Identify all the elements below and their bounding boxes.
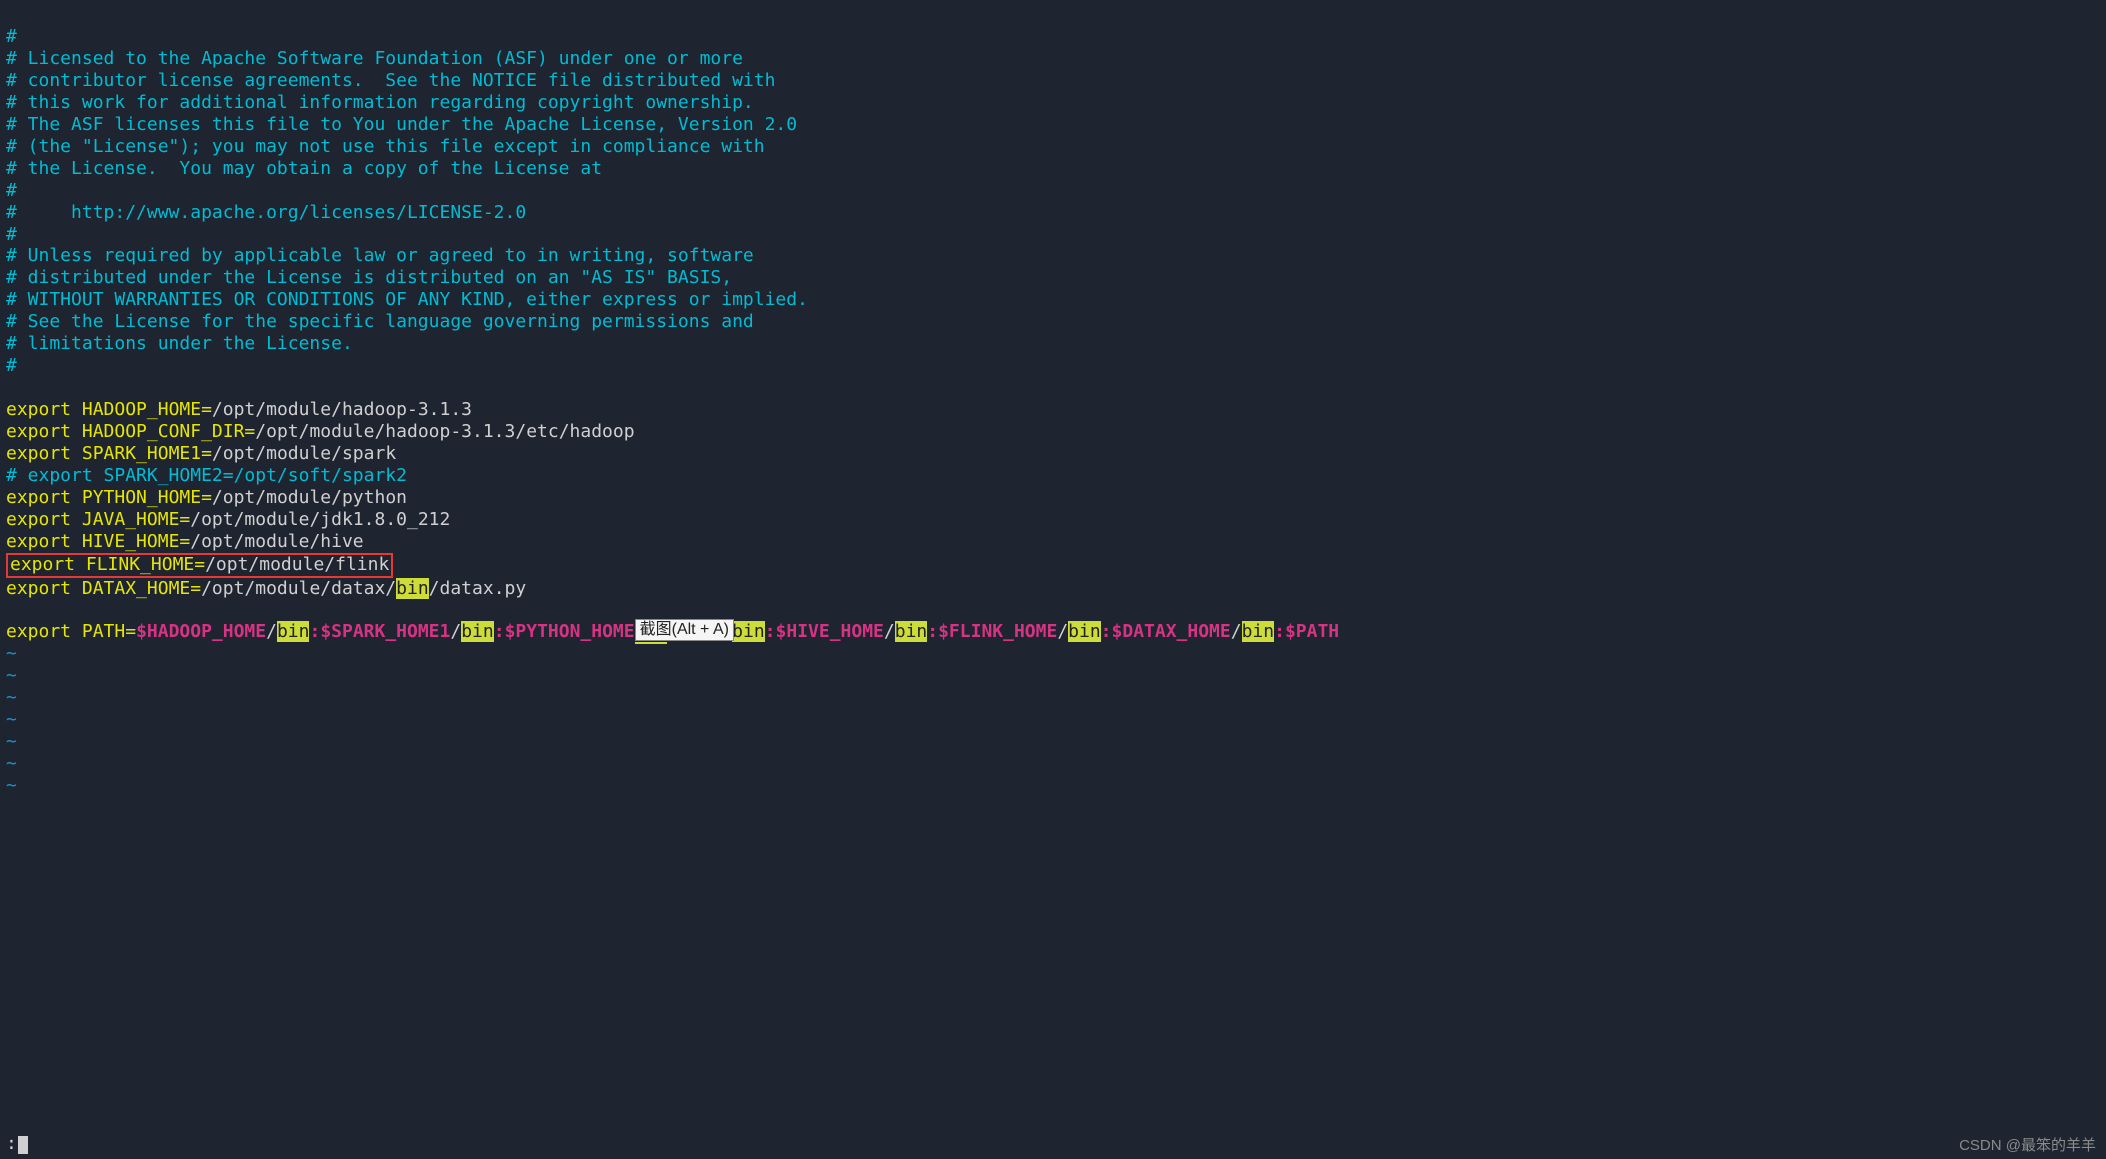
vim-tilde: ~ (6, 665, 17, 686)
cursor-icon (18, 1136, 28, 1154)
comment-line: # Unless required by applicable law or a… (6, 245, 754, 266)
comment-line: # distributed under the License is distr… (6, 267, 732, 288)
vim-tilde: ~ (6, 731, 17, 752)
comment-line: # limitations under the License. (6, 333, 353, 354)
vim-tilde: ~ (6, 643, 17, 664)
comment-line: # (6, 224, 17, 245)
comment-line: # the License. You may obtain a copy of … (6, 158, 602, 179)
comment-line: # export SPARK_HOME2=/opt/soft/spark2 (6, 465, 407, 486)
comment-line: # (6, 26, 17, 47)
vim-tilde: ~ (6, 753, 17, 774)
terminal-editor[interactable]: # # Licensed to the Apache Software Foun… (0, 0, 2106, 799)
screenshot-tooltip: 截图(Alt + A) (635, 619, 734, 641)
export-line: export HADOOP_HOME=/opt/module/hadoop-3.… (6, 399, 472, 420)
comment-line: # (6, 355, 17, 376)
export-line: export PYTHON_HOME=/opt/module/python (6, 487, 407, 508)
export-line: export JAVA_HOME=/opt/module/jdk1.8.0_21… (6, 509, 450, 530)
comment-line: # WITHOUT WARRANTIES OR CONDITIONS OF AN… (6, 289, 808, 310)
watermark: CSDN @最笨的羊羊 (1959, 1137, 2096, 1155)
vim-tilde: ~ (6, 687, 17, 708)
comment-line: # http://www.apache.org/licenses/LICENSE… (6, 202, 526, 223)
comment-line: # (6, 180, 17, 201)
comment-line: # (the "License"); you may not use this … (6, 136, 765, 157)
vim-tilde: ~ (6, 709, 17, 730)
highlighted-export-line: export FLINK_HOME=/opt/module/flink (6, 554, 393, 575)
comment-line: # The ASF licenses this file to You unde… (6, 114, 797, 135)
export-line: export HIVE_HOME=/opt/module/hive (6, 531, 364, 552)
comment-line: # this work for additional information r… (6, 92, 754, 113)
comment-line: # Licensed to the Apache Software Founda… (6, 48, 743, 69)
export-line: export HADOOP_CONF_DIR=/opt/module/hadoo… (6, 421, 635, 442)
comment-line: # contributor license agreements. See th… (6, 70, 775, 91)
vim-command-line[interactable]: : (6, 1133, 28, 1155)
comment-line: # See the License for the specific langu… (6, 311, 754, 332)
export-line: export SPARK_HOME1=/opt/module/spark (6, 443, 396, 464)
export-line: export DATAX_HOME=/opt/module/datax/bin/… (6, 578, 526, 599)
vim-tilde: ~ (6, 775, 17, 796)
